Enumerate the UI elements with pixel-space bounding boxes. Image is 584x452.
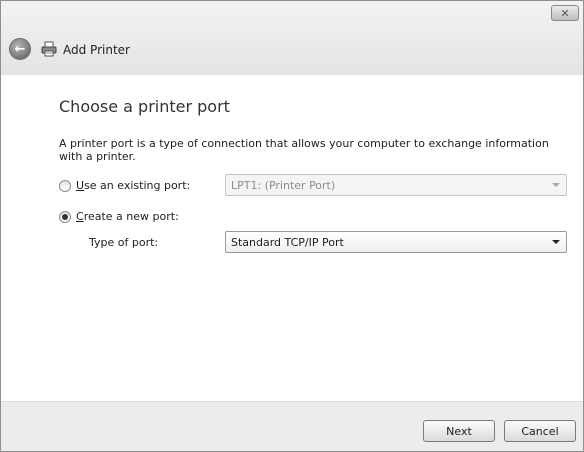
new-port-option[interactable]: Create a new port: <box>59 210 179 223</box>
printer-icon <box>41 41 57 57</box>
close-icon: ✕ <box>560 6 570 20</box>
close-button[interactable]: ✕ <box>551 5 579 21</box>
next-button[interactable]: Next <box>423 420 495 442</box>
window-title: Add Printer <box>63 43 130 57</box>
existing-port-select: LPT1: (Printer Port) <box>225 174 567 196</box>
existing-port-option[interactable]: Use an existing port: <box>59 179 190 192</box>
page-heading: Choose a printer port <box>59 97 230 116</box>
chevron-down-icon <box>552 183 560 187</box>
title-bar: ✕ ← Add Printer <box>1 1 583 75</box>
back-arrow-icon: ← <box>14 41 26 57</box>
wizard-content: Choose a printer port A printer port is … <box>1 75 583 401</box>
page-description: A printer port is a type of connection t… <box>59 137 549 163</box>
add-printer-window: ✕ ← Add Printer Choose a printer port A … <box>0 0 584 452</box>
port-type-value: Standard TCP/IP Port <box>231 235 344 249</box>
new-port-label: Create a new port: <box>76 210 179 223</box>
existing-port-radio[interactable] <box>59 179 71 192</box>
existing-port-label: Use an existing port: <box>76 179 191 192</box>
existing-port-value: LPT1: (Printer Port) <box>231 178 336 192</box>
cancel-button[interactable]: Cancel <box>504 420 576 442</box>
port-type-select[interactable]: Standard TCP/IP Port <box>225 231 567 253</box>
wizard-footer: Next Cancel <box>1 401 583 451</box>
back-button[interactable]: ← <box>9 38 31 60</box>
port-type-label: Type of port: <box>89 236 159 249</box>
chevron-down-icon <box>552 240 560 244</box>
new-port-radio[interactable] <box>59 210 71 223</box>
